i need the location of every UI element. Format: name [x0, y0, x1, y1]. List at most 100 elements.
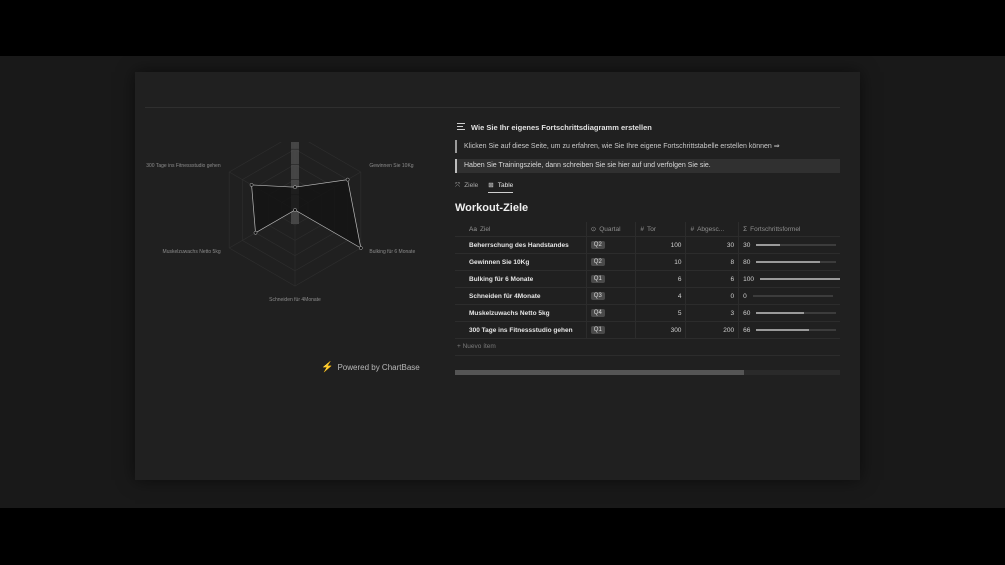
divider — [145, 107, 840, 108]
formula-property-icon: Σ — [743, 225, 748, 233]
tor-cell[interactable]: 300 — [635, 321, 686, 339]
quarter-badge: Q3 — [590, 292, 605, 300]
radar-axis-label: Bulking für 6 Monate — [369, 249, 415, 255]
radar-data-point — [293, 185, 297, 190]
tutorial-link[interactable]: Klicken Sie auf diese Seite, um zu erfah… — [455, 140, 840, 153]
database-title[interactable]: Workout-Ziele — [455, 202, 840, 218]
radar-axis-label: 300 Tage ins Fitnessstudio gehen — [146, 163, 221, 169]
powered-by-label: Powered by ChartBase — [337, 363, 420, 372]
tor-cell[interactable]: 5 — [635, 304, 686, 322]
abges-cell[interactable]: 200 — [685, 321, 739, 339]
quarter-cell[interactable]: Q1 — [585, 270, 636, 288]
progress-cell[interactable]: 30 — [738, 236, 840, 254]
view-tabs: ⤧ Ziele ⊞ Table — [455, 180, 840, 194]
progress-bar-fill — [756, 244, 781, 246]
quarter-badge: Q4 — [590, 309, 605, 317]
progress-bar-fill — [756, 329, 810, 331]
content-panel: Wie Sie Ihr eigenes Fortschrittsdiagramm… — [455, 120, 840, 375]
goal-name[interactable]: Beherrschung des Handstandes — [455, 236, 587, 254]
column-header-tor[interactable]: # Tor — [635, 222, 686, 237]
column-header-name[interactable]: Aa Ziel — [455, 222, 587, 237]
table-row[interactable]: Beherrschung des Handstandes Q2 100 30 30 — [455, 236, 840, 254]
abges-cell[interactable]: 0 — [685, 287, 739, 305]
tor-cell[interactable]: 10 — [635, 253, 686, 271]
quarter-cell[interactable]: Q4 — [585, 304, 636, 322]
progress-bar — [752, 295, 833, 297]
progress-value: 100 — [743, 275, 754, 283]
radar-axis-label: Gewinnen Sie 10Kg — [369, 163, 413, 169]
goal-name[interactable]: 300 Tage ins Fitnessstudio gehen — [455, 321, 587, 339]
table-row[interactable]: 300 Tage ins Fitnessstudio gehen Q1 300 200… — [455, 321, 840, 339]
progress-value: 30 — [743, 241, 751, 249]
progress-cell[interactable]: 100 — [738, 270, 840, 288]
quarter-badge: Q2 — [590, 241, 605, 249]
table-icon: ⊞ — [488, 182, 494, 189]
column-header-abges[interactable]: # Abgesc... — [685, 222, 739, 237]
radar-chart: Beherrschung des HandstandesGewinnen Sie… — [135, 142, 435, 342]
callout-title: Wie Sie Ihr eigenes Fortschrittsdiagramm… — [471, 122, 652, 132]
quarter-badge: Q1 — [590, 275, 605, 283]
abges-cell[interactable]: 30 — [685, 236, 739, 254]
tor-cell[interactable]: 4 — [635, 287, 686, 305]
powered-by[interactable]: ⚡ Powered by ChartBase — [321, 362, 420, 373]
goal-name[interactable]: Muskelzuwachs Netto 5kg — [455, 304, 587, 322]
highlight-quote: Haben Sie Trainingsziele, dann schreiben… — [455, 159, 840, 173]
callout-heading: Wie Sie Ihr eigenes Fortschrittsdiagramm… — [457, 120, 840, 134]
progress-bar — [756, 261, 837, 263]
tab-table[interactable]: ⊞ Table — [488, 181, 514, 193]
table-row[interactable]: Schneiden für 4Monate Q3 4 0 0 — [455, 287, 840, 305]
radar-axis-label: Schneiden für 4Monate — [269, 297, 321, 303]
progress-bar — [756, 244, 837, 246]
progress-bar — [756, 329, 837, 331]
tab-ziele[interactable]: ⤧ Ziele — [455, 182, 478, 193]
quarter-cell[interactable]: Q1 — [585, 321, 636, 339]
quarter-cell[interactable]: Q2 — [585, 253, 636, 271]
abges-cell[interactable]: 6 — [685, 270, 739, 288]
progress-value: 0 — [743, 292, 747, 300]
target-icon: ⤧ — [455, 181, 461, 189]
quarter-cell[interactable]: Q3 — [585, 287, 636, 305]
quarter-badge: Q2 — [590, 258, 605, 266]
abges-cell[interactable]: 8 — [685, 253, 739, 271]
new-item-button[interactable]: + Nuevo ítem — [455, 339, 840, 356]
horizontal-scrollbar[interactable] — [455, 370, 840, 375]
notion-page: Beherrschung des HandstandesGewinnen Sie… — [135, 72, 860, 480]
table-row[interactable]: Gewinnen Sie 10Kg Q2 10 8 80 — [455, 253, 840, 271]
goal-name[interactable]: Bulking für 6 Monate — [455, 270, 587, 288]
tab-label: Table — [497, 181, 514, 189]
number-property-icon: # — [690, 225, 695, 233]
quarter-badge: Q1 — [590, 326, 605, 334]
text-property-icon: Aa — [469, 225, 477, 233]
column-header-formula[interactable]: Σ Fortschrittsformel — [738, 222, 840, 237]
table-row[interactable]: Bulking für 6 Monate Q1 6 6 100 — [455, 270, 840, 288]
progress-cell[interactable]: 60 — [738, 304, 840, 322]
progress-value: 80 — [743, 258, 751, 266]
select-property-icon: ⊙ — [590, 226, 597, 233]
progress-bar — [756, 312, 837, 314]
progress-bar-fill — [760, 278, 840, 280]
progress-bar-fill — [756, 261, 821, 263]
scrollbar-thumb[interactable] — [455, 370, 744, 375]
progress-cell[interactable]: 0 — [738, 287, 840, 305]
tor-cell[interactable]: 6 — [635, 270, 686, 288]
progress-value: 60 — [743, 309, 751, 317]
progress-value: 66 — [743, 326, 751, 334]
goal-name[interactable]: Gewinnen Sie 10Kg — [455, 253, 587, 271]
progress-cell[interactable]: 66 — [738, 321, 840, 339]
goal-name[interactable]: Schneiden für 4Monate — [455, 287, 587, 305]
tor-cell[interactable]: 100 — [635, 236, 686, 254]
tab-label: Ziele — [464, 182, 479, 189]
progress-cell[interactable]: 80 — [738, 253, 840, 271]
radar-data-point — [345, 177, 350, 182]
lightning-icon: ⚡ — [321, 362, 334, 373]
table-row[interactable]: Muskelzuwachs Netto 5kg Q4 5 3 60 — [455, 304, 840, 322]
column-header-quarter[interactable]: ⊙ Quartal — [585, 222, 636, 237]
radar-svg: Beherrschung des HandstandesGewinnen Sie… — [146, 142, 415, 303]
abges-cell[interactable]: 3 — [685, 304, 739, 322]
goals-table: Aa Ziel ⊙ Quartal # Tor # Abgesc... Σ Fortsch… — [455, 222, 840, 339]
progress-bar-fill — [756, 312, 805, 314]
progress-bar — [760, 278, 840, 280]
document-icon — [457, 122, 465, 132]
number-property-icon: # — [640, 225, 644, 233]
quarter-cell[interactable]: Q2 — [585, 236, 636, 254]
